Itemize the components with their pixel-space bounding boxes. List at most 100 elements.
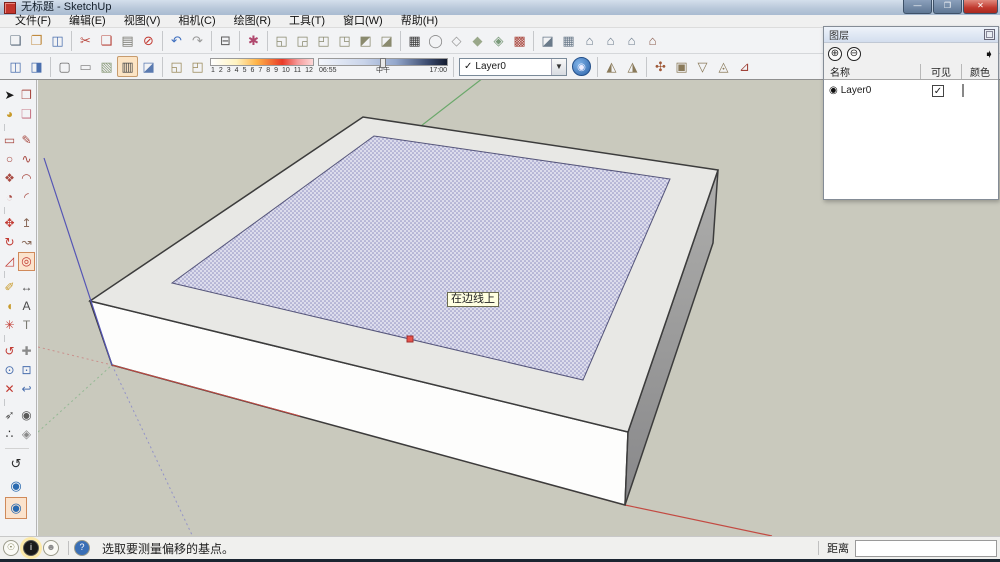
smoove-button[interactable]: ✣ <box>650 56 671 77</box>
layer-color-swatch[interactable] <box>962 84 964 97</box>
shaded-button[interactable]: ◆ <box>467 30 488 51</box>
camera-walk-button[interactable]: ◉ <box>5 475 27 497</box>
arc-tool[interactable]: ◠ <box>18 169 35 188</box>
protractor-tool[interactable]: ◖ <box>1 297 18 316</box>
face-style-4-button[interactable]: ▥ <box>117 56 138 77</box>
active-layer-radio[interactable]: ◉ <box>824 85 841 96</box>
model-info-button[interactable]: ✱ <box>243 30 264 51</box>
time-gradient-bar[interactable] <box>318 58 448 66</box>
line-tool[interactable]: ✎ <box>18 131 35 150</box>
walk-tool[interactable]: ∴ <box>1 425 18 444</box>
subtract-button[interactable]: ◳ <box>334 30 355 51</box>
zoom-window-tool[interactable]: ⊡ <box>18 361 35 380</box>
shadow-date-slider[interactable]: 123456789101112 <box>210 58 314 75</box>
layer-row[interactable]: ◉ Layer0 ✓ <box>824 81 998 100</box>
xray-button[interactable]: ▦ <box>404 30 425 51</box>
status-tip-button[interactable]: ☉ <box>3 540 19 556</box>
move-tool[interactable]: ✥ <box>1 214 18 233</box>
text-tool[interactable]: A <box>18 297 35 316</box>
remove-layer-button[interactable]: ⊖ <box>847 47 861 61</box>
layer-visible-checkbox[interactable]: ✓ <box>932 85 944 97</box>
menu-view[interactable]: 视图(V) <box>115 15 170 28</box>
time-slider-handle[interactable] <box>380 58 386 68</box>
restore-button[interactable]: ❐ <box>933 0 962 14</box>
panel-collapse-button[interactable] <box>984 29 995 40</box>
zoom-extents-tool[interactable]: ✕ <box>1 380 18 399</box>
dimension-tool[interactable]: ↔ <box>18 278 35 297</box>
layer-name[interactable]: Layer0 <box>841 85 922 96</box>
split-button[interactable]: ◪ <box>376 30 397 51</box>
zoom-previous-tool[interactable]: ↩ <box>18 380 35 399</box>
outer-shell-button[interactable]: ◱ <box>271 30 292 51</box>
redo-button[interactable]: ↷ <box>187 30 208 51</box>
follow-me-tool[interactable]: ↝ <box>18 233 35 252</box>
flip-edge-button[interactable]: ⊿ <box>734 56 755 77</box>
menu-edit[interactable]: 编辑(E) <box>60 15 115 28</box>
union-button[interactable]: ◰ <box>313 30 334 51</box>
scale-tool[interactable]: ◿ <box>1 252 18 271</box>
freehand-tool[interactable]: ∿ <box>18 150 35 169</box>
shadow-dialog-button[interactable]: ◱ <box>166 56 187 77</box>
view-front-button[interactable]: ⌂ <box>579 30 600 51</box>
shadow-time-slider[interactable]: 06:55 中午 17:00 <box>318 58 448 75</box>
section-plane-tool[interactable]: ◈ <box>18 425 35 444</box>
shaded-textures-button[interactable]: ◈ <box>488 30 509 51</box>
face-style-1-button[interactable]: ▢ <box>54 56 75 77</box>
copy-button[interactable]: ❑ <box>96 30 117 51</box>
view-right-button[interactable]: ⌂ <box>600 30 621 51</box>
status-instructor-button[interactable]: i <box>23 540 39 556</box>
rotate-tool[interactable]: ↻ <box>1 233 18 252</box>
view-top-button[interactable]: ▦ <box>558 30 579 51</box>
zoom-tool[interactable]: ⊙ <box>1 361 18 380</box>
3d-text-tool[interactable]: T <box>18 316 35 335</box>
menu-help[interactable]: 帮助(H) <box>392 15 447 28</box>
push-pull-tool[interactable]: ↥ <box>18 214 35 233</box>
face-style-5-button[interactable]: ◪ <box>138 56 159 77</box>
axes-tool[interactable]: ✳ <box>1 316 18 335</box>
camera-orbit-button[interactable]: ◉ <box>5 497 27 519</box>
trim-button[interactable]: ◩ <box>355 30 376 51</box>
select-tool[interactable]: ➤ <box>1 86 18 105</box>
two-point-arc-tool[interactable]: ◜ <box>18 188 35 207</box>
menu-file[interactable]: 文件(F) <box>6 15 60 28</box>
add-detail-button[interactable]: ◬ <box>713 56 734 77</box>
layers-panel-titlebar[interactable]: 图层 <box>824 27 998 43</box>
pan-tool[interactable]: ✚ <box>18 342 35 361</box>
new-button[interactable]: ❏ <box>5 30 26 51</box>
sandbox-from-contours-button[interactable]: ◭ <box>601 56 622 77</box>
circle-tool[interactable]: ○ <box>1 150 18 169</box>
hidden-line-button[interactable]: ◇ <box>446 30 467 51</box>
eraser-tool[interactable]: ❑ <box>18 105 35 124</box>
menu-camera[interactable]: 相机(C) <box>169 15 224 28</box>
cut-button[interactable]: ✂ <box>75 30 96 51</box>
save-button[interactable]: ◫ <box>47 30 68 51</box>
layer-manager-button[interactable]: ◉ <box>572 57 591 76</box>
shadow-toggle-button[interactable]: ◰ <box>187 56 208 77</box>
rectangle-tool[interactable]: ▭ <box>1 131 18 150</box>
status-person-button[interactable]: ☻ <box>43 540 59 556</box>
date-gradient-bar[interactable] <box>210 58 314 66</box>
intersect-button[interactable]: ◲ <box>292 30 313 51</box>
offset-tool[interactable]: ◎ <box>18 252 35 271</box>
paste-button[interactable]: ▤ <box>117 30 138 51</box>
monochrome-button[interactable]: ▩ <box>509 30 530 51</box>
section-cuts-toggle-button[interactable]: ◨ <box>26 56 47 77</box>
minimize-button[interactable]: — <box>903 0 932 14</box>
pie-tool[interactable]: ◔ <box>1 188 18 207</box>
view-iso-button[interactable]: ◪ <box>537 30 558 51</box>
drape-button[interactable]: ▽ <box>692 56 713 77</box>
layer-detail-menu-button[interactable]: ➧ <box>984 47 994 61</box>
menu-draw[interactable]: 绘图(R) <box>225 15 280 28</box>
orbit-tool[interactable]: ↺ <box>1 342 18 361</box>
active-layer-combo[interactable]: ✓ Layer0 ▼ <box>459 58 567 76</box>
face-style-2-button[interactable]: ▭ <box>75 56 96 77</box>
stamp-button[interactable]: ▣ <box>671 56 692 77</box>
close-button[interactable]: ✕ <box>963 0 998 14</box>
tape-measure-tool[interactable]: ✐ <box>1 278 18 297</box>
view-back-button[interactable]: ⌂ <box>642 30 663 51</box>
polygon-tool[interactable]: ❖ <box>1 169 18 188</box>
open-button[interactable]: ❐ <box>26 30 47 51</box>
erase-button[interactable]: ⊘ <box>138 30 159 51</box>
menu-window[interactable]: 窗口(W) <box>334 15 392 28</box>
paint-bucket-tool[interactable]: ◕ <box>1 105 18 124</box>
